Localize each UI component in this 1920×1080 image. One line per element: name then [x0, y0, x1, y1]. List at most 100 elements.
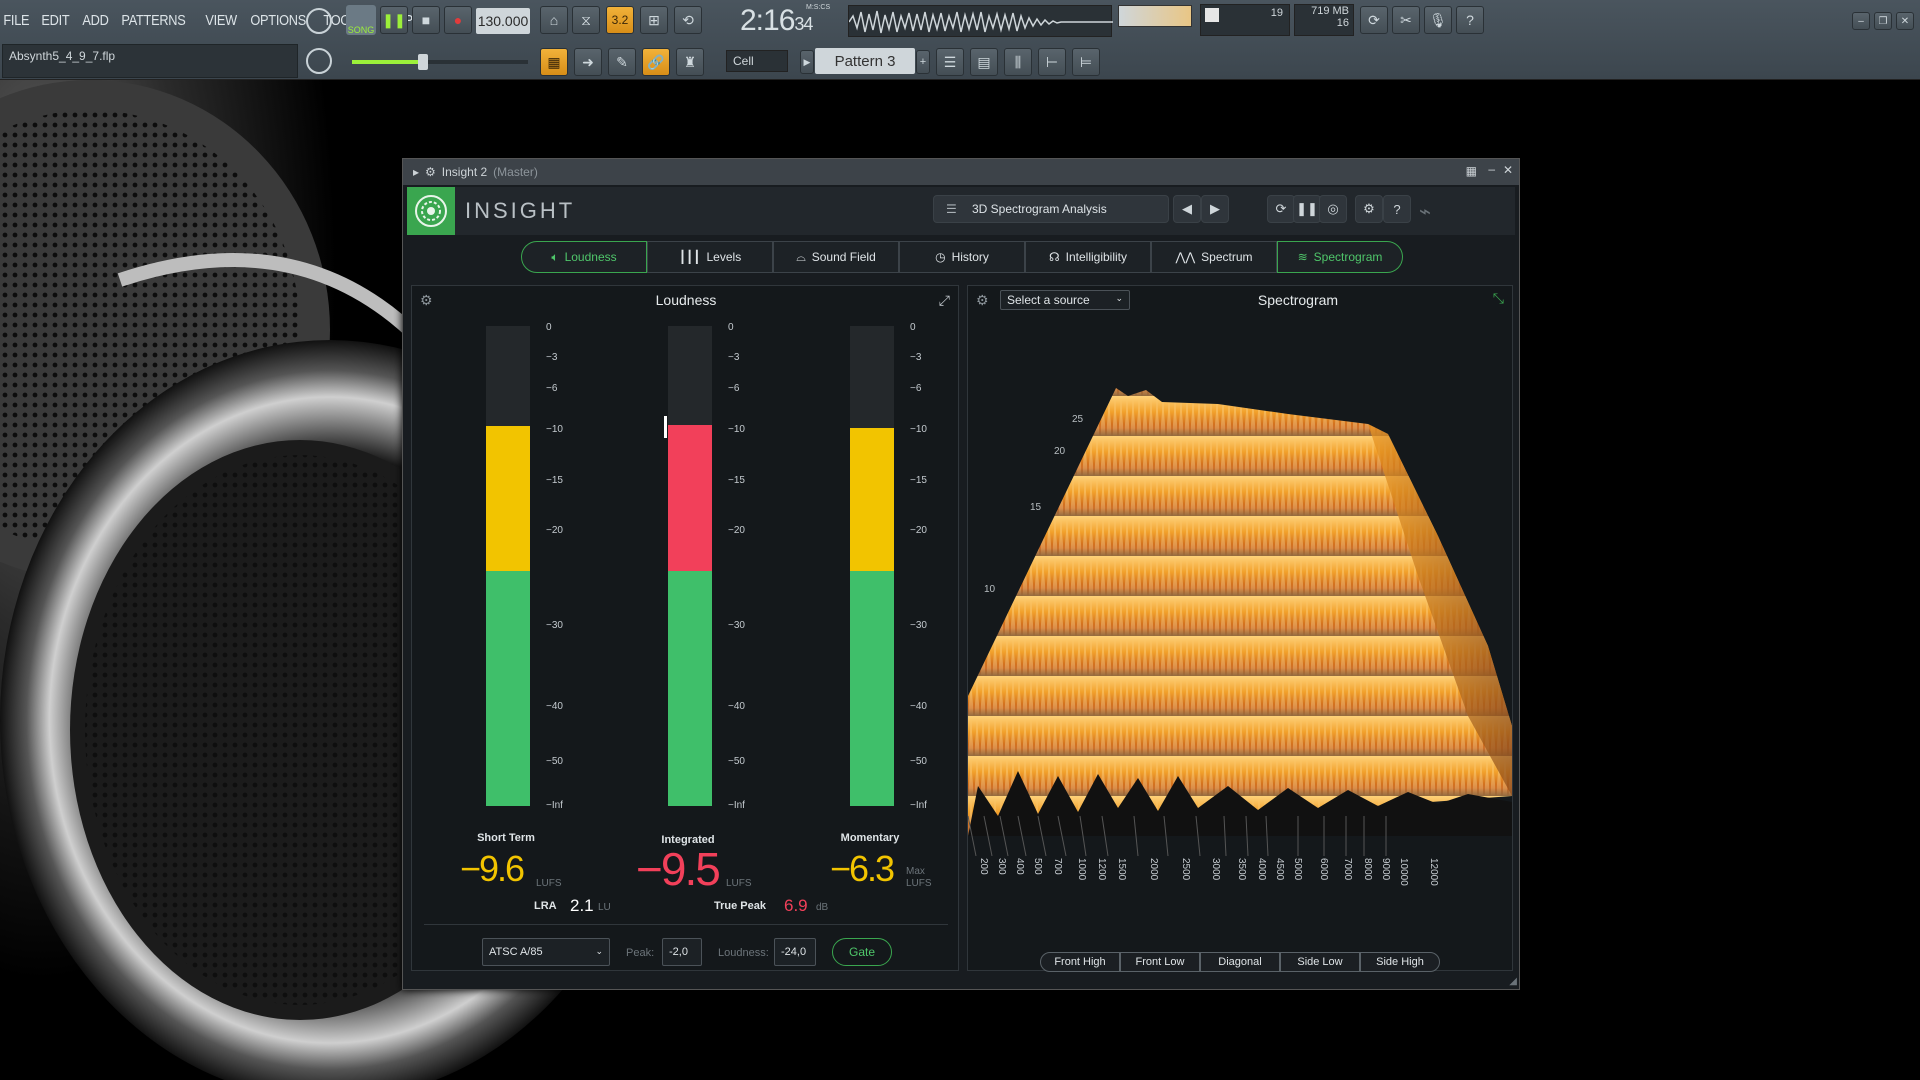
master-volume-knob[interactable] — [306, 8, 332, 34]
browser-button[interactable]: ⊢ — [1038, 48, 1066, 76]
menu-edit[interactable]: EDIT — [38, 12, 73, 29]
collapse-icon[interactable]: ⤡ — [1493, 290, 1504, 307]
snap-select[interactable]: Cell — [726, 50, 788, 72]
tab-intelligibility[interactable]: ☊ Intelligibility — [1025, 241, 1151, 273]
time-main: 2:16 — [740, 4, 795, 37]
preset-name: 3D Spectrogram Analysis — [972, 202, 1107, 216]
resize-grip-icon[interactable]: ◢ — [1509, 976, 1517, 987]
tab-spectrogram[interactable]: ≋ Spectrogram — [1277, 241, 1403, 273]
tick-label: −6 — [910, 383, 922, 394]
mixer-button[interactable]: ⫼ — [1004, 48, 1032, 76]
peak-input[interactable]: -2,0 — [662, 938, 702, 966]
record-button[interactable]: ● — [444, 6, 472, 34]
metronome-button[interactable]: ⌂ — [540, 6, 568, 34]
arrow-button[interactable]: ➜ — [574, 48, 602, 76]
waveform-monitor — [848, 5, 1113, 37]
playlist-button[interactable]: ▦ — [540, 48, 568, 76]
playlist-view-button[interactable]: ☰ — [936, 48, 964, 76]
plugin-minimize-icon[interactable]: – — [1488, 162, 1495, 176]
spectrogram-settings-icon[interactable]: ⚙ — [976, 292, 989, 309]
view-buttons: Front High Front Low Diagonal Side Low S… — [1040, 952, 1440, 972]
spectrogram-icon: ≋ — [1297, 250, 1308, 264]
step-edit-button[interactable]: 3.2 — [606, 6, 634, 34]
freq-label: 4500 — [1274, 858, 1285, 881]
menu-file[interactable]: FILE — [0, 12, 33, 29]
momentary-max-label: Max — [906, 866, 925, 877]
pause-button[interactable]: ❚❚ — [380, 6, 408, 34]
view-front-low[interactable]: Front Low — [1120, 952, 1200, 972]
tick-label: −50 — [546, 756, 563, 767]
draw-button[interactable]: ✎ — [608, 48, 636, 76]
tab-loudness[interactable]: 🔈︎ Loudness — [521, 241, 647, 273]
view-side-high[interactable]: Side High — [1360, 952, 1440, 972]
menu-add[interactable]: ADD — [79, 12, 112, 29]
wait-input-button[interactable]: ⧖ — [572, 6, 600, 34]
collapse-arrow-icon[interactable]: ▸ — [413, 165, 419, 179]
menu-patterns[interactable]: PATTERNS — [118, 12, 189, 29]
help-button[interactable]: ? — [1456, 6, 1484, 34]
close-button[interactable]: ✕ — [1896, 12, 1914, 30]
pitch-knob[interactable] — [306, 48, 332, 74]
tempo-display[interactable]: 130.000 — [476, 8, 530, 34]
view-side-low[interactable]: Side Low — [1280, 952, 1360, 972]
master-level-meter — [1118, 5, 1192, 27]
view-front-high[interactable]: Front High — [1040, 952, 1120, 972]
blend-notes-button[interactable]: ⊞ — [640, 6, 668, 34]
tab-spectrum[interactable]: ⋀⋀ Spectrum — [1151, 241, 1277, 273]
tab-history[interactable]: ◷ History — [899, 241, 1025, 273]
gate-button[interactable]: Gate — [832, 938, 892, 966]
short-term-scale: 0 −3 −6 −10 −15 −20 −30 −40 −50 −Inf — [546, 322, 576, 811]
freeze-button[interactable]: ❚❚ — [1293, 195, 1321, 223]
plugin-menu-icon[interactable]: ▦ — [1466, 164, 1477, 178]
view-diagonal[interactable]: Diagonal — [1200, 952, 1280, 972]
chevron-down-icon: ⌄ — [1115, 293, 1123, 303]
loudness-target-label: Loudness: — [718, 947, 769, 959]
tab-sound-field[interactable]: ⌓ Sound Field — [773, 241, 899, 273]
stop-button[interactable]: ■ — [412, 6, 440, 34]
momentary-meter-fill — [850, 428, 894, 806]
reset-button[interactable]: ⟳ — [1267, 195, 1295, 223]
master-pitch-slider[interactable] — [352, 54, 528, 70]
piano-roll-button[interactable]: ⊨ — [1072, 48, 1100, 76]
mic-button[interactable]: 🎙 — [1424, 6, 1452, 34]
tick-label: −40 — [910, 701, 927, 712]
standard-select[interactable]: ATSC A/85 ⌄ — [482, 938, 610, 966]
list-icon: ☰ — [946, 202, 957, 216]
loudness-target-input[interactable]: -24,0 — [774, 938, 816, 966]
tick-label: −10 — [728, 424, 745, 435]
momentary-meter — [850, 326, 894, 806]
plugin-gear-icon[interactable]: ⚙ — [425, 165, 436, 179]
pattern-prev[interactable]: ▶ — [800, 50, 814, 74]
help-button[interactable]: ? — [1383, 195, 1411, 223]
link-button[interactable]: 🔗 — [642, 48, 670, 76]
slider-handle[interactable] — [418, 54, 428, 70]
menu-options[interactable]: OPTIONS — [247, 12, 309, 29]
minimize-button[interactable]: – — [1852, 12, 1870, 30]
daw-toolbar: FILE EDIT ADD PATTERNS VIEW OPTIONS TOOL… — [0, 0, 1920, 80]
lra-unit: LU — [598, 902, 611, 913]
online-button[interactable]: ⟳ — [1360, 6, 1388, 34]
pattern-selector[interactable]: Pattern 3 — [815, 48, 915, 74]
sync-button[interactable]: ◎ — [1319, 195, 1347, 223]
preset-next-button[interactable]: ▶ — [1201, 195, 1229, 223]
tools-button[interactable]: ✂ — [1392, 6, 1420, 34]
expand-icon[interactable]: ⤢ — [939, 292, 950, 309]
restore-button[interactable]: ❐ — [1874, 12, 1892, 30]
stamp-button[interactable]: ♜ — [676, 48, 704, 76]
song-mode-toggle[interactable]: SONG — [346, 5, 376, 35]
channel-rack-button[interactable]: ▤ — [970, 48, 998, 76]
preset-selector[interactable]: ☰ 3D Spectrogram Analysis — [933, 195, 1169, 223]
short-term-meter-fill — [486, 426, 530, 806]
integrated-scale: 0 −3 −6 −10 −15 −20 −30 −40 −50 −Inf — [728, 322, 758, 811]
playlist-icon: ▦ — [547, 53, 561, 70]
brand-name: INSIGHT — [465, 198, 576, 223]
source-select[interactable]: Select a source ⌄ — [1000, 290, 1130, 310]
settings-button[interactable]: ⚙ — [1355, 195, 1383, 223]
tab-levels[interactable]: ┃┃┃ Levels — [647, 241, 773, 273]
loop-record-button[interactable]: ⟲ — [674, 6, 702, 34]
menu-view[interactable]: VIEW — [202, 12, 240, 29]
spectrogram-surface — [968, 388, 1512, 836]
add-pattern-button[interactable]: + — [916, 50, 930, 74]
preset-prev-button[interactable]: ◀ — [1173, 195, 1201, 223]
plugin-close-icon[interactable]: ✕ — [1503, 163, 1513, 177]
